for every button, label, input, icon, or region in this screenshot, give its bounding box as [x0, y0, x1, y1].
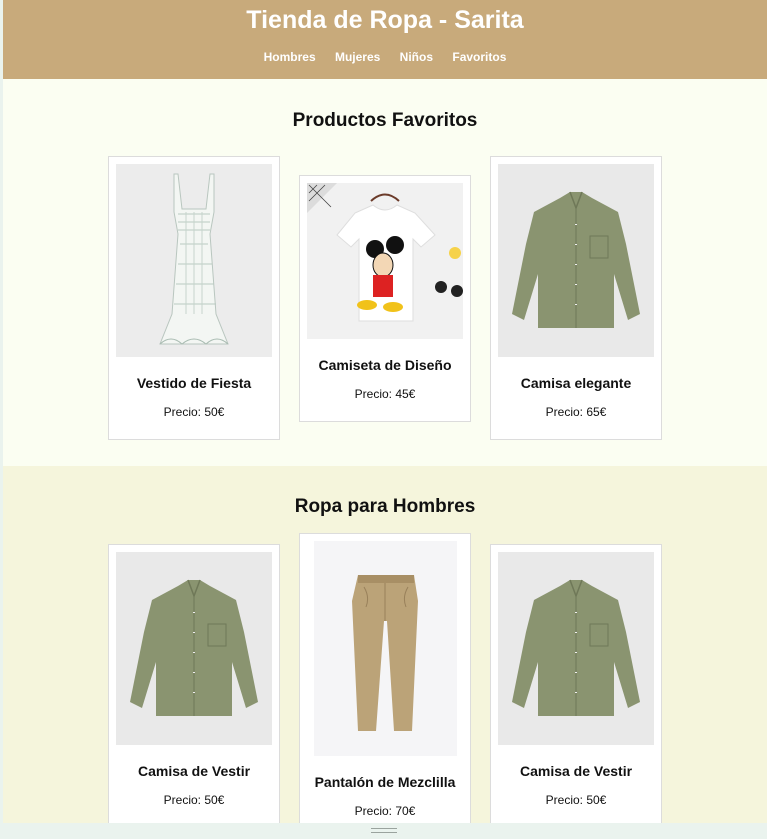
product-grid: Camisa de Vestir Precio: 50€ Pantalón de…: [3, 533, 767, 823]
horizontal-scrollbar[interactable]: [0, 823, 767, 839]
product-card[interactable]: Camiseta de Diseño Precio: 45€: [299, 174, 471, 422]
product-card[interactable]: Vestido de Fiesta Precio: 50€: [108, 156, 280, 440]
product-price: Precio: 50€: [163, 405, 225, 419]
product-name: Camiseta de Diseño: [318, 356, 452, 373]
nav-ninos[interactable]: Niños: [400, 50, 433, 64]
scrollbar-grip-icon[interactable]: [371, 828, 397, 835]
product-card[interactable]: Pantalón de Mezclilla Precio: 70€: [299, 533, 471, 823]
section-heading: Ropa para Hombres: [294, 496, 476, 517]
product-price: Precio: 65€: [545, 405, 607, 419]
shirt-image: [116, 552, 272, 745]
shirt-image: [498, 164, 654, 357]
product-card[interactable]: Camisa elegante Precio: 65€: [490, 156, 662, 440]
product-name: Camisa elegante: [520, 375, 632, 391]
page: Tienda de Ropa - Sarita Hombres Mujeres …: [3, 0, 767, 823]
site-header: Tienda de Ropa - Sarita Hombres Mujeres …: [3, 0, 767, 79]
pants-image: [313, 541, 457, 756]
nav-mujeres[interactable]: Mujeres: [335, 50, 380, 64]
dress-image: [116, 164, 272, 357]
product-price: Precio: 70€: [354, 804, 416, 818]
nav-favoritos[interactable]: Favoritos: [452, 50, 506, 64]
product-name: Camisa de Vestir: [137, 763, 251, 779]
main-nav: Hombres Mujeres Niños Favoritos: [3, 50, 767, 64]
tshirt-image: [307, 182, 463, 339]
section-heading: Productos Favoritos: [292, 110, 478, 131]
product-name: Vestido de Fiesta: [136, 375, 252, 391]
hombres-section: Ropa para Hombres Camisa de Vestir Preci…: [3, 466, 767, 823]
product-price: Precio: 45€: [354, 386, 416, 401]
nav-hombres[interactable]: Hombres: [264, 50, 316, 64]
shirt-image: [498, 552, 654, 745]
favoritos-section: Productos Favoritos Vestido de Fiesta Pr…: [3, 79, 767, 466]
product-price: Precio: 50€: [163, 793, 225, 807]
product-card[interactable]: Camisa de Vestir Precio: 50€: [108, 544, 280, 823]
product-card[interactable]: Camisa de Vestir Precio: 50€: [490, 544, 662, 823]
product-name: Pantalón de Mezclilla: [314, 774, 456, 790]
site-title: Tienda de Ropa - Sarita: [246, 6, 524, 34]
product-name: Camisa de Vestir: [519, 763, 633, 779]
product-grid: Vestido de Fiesta Precio: 50€ Camiseta d…: [3, 156, 767, 440]
product-price: Precio: 50€: [545, 793, 607, 807]
